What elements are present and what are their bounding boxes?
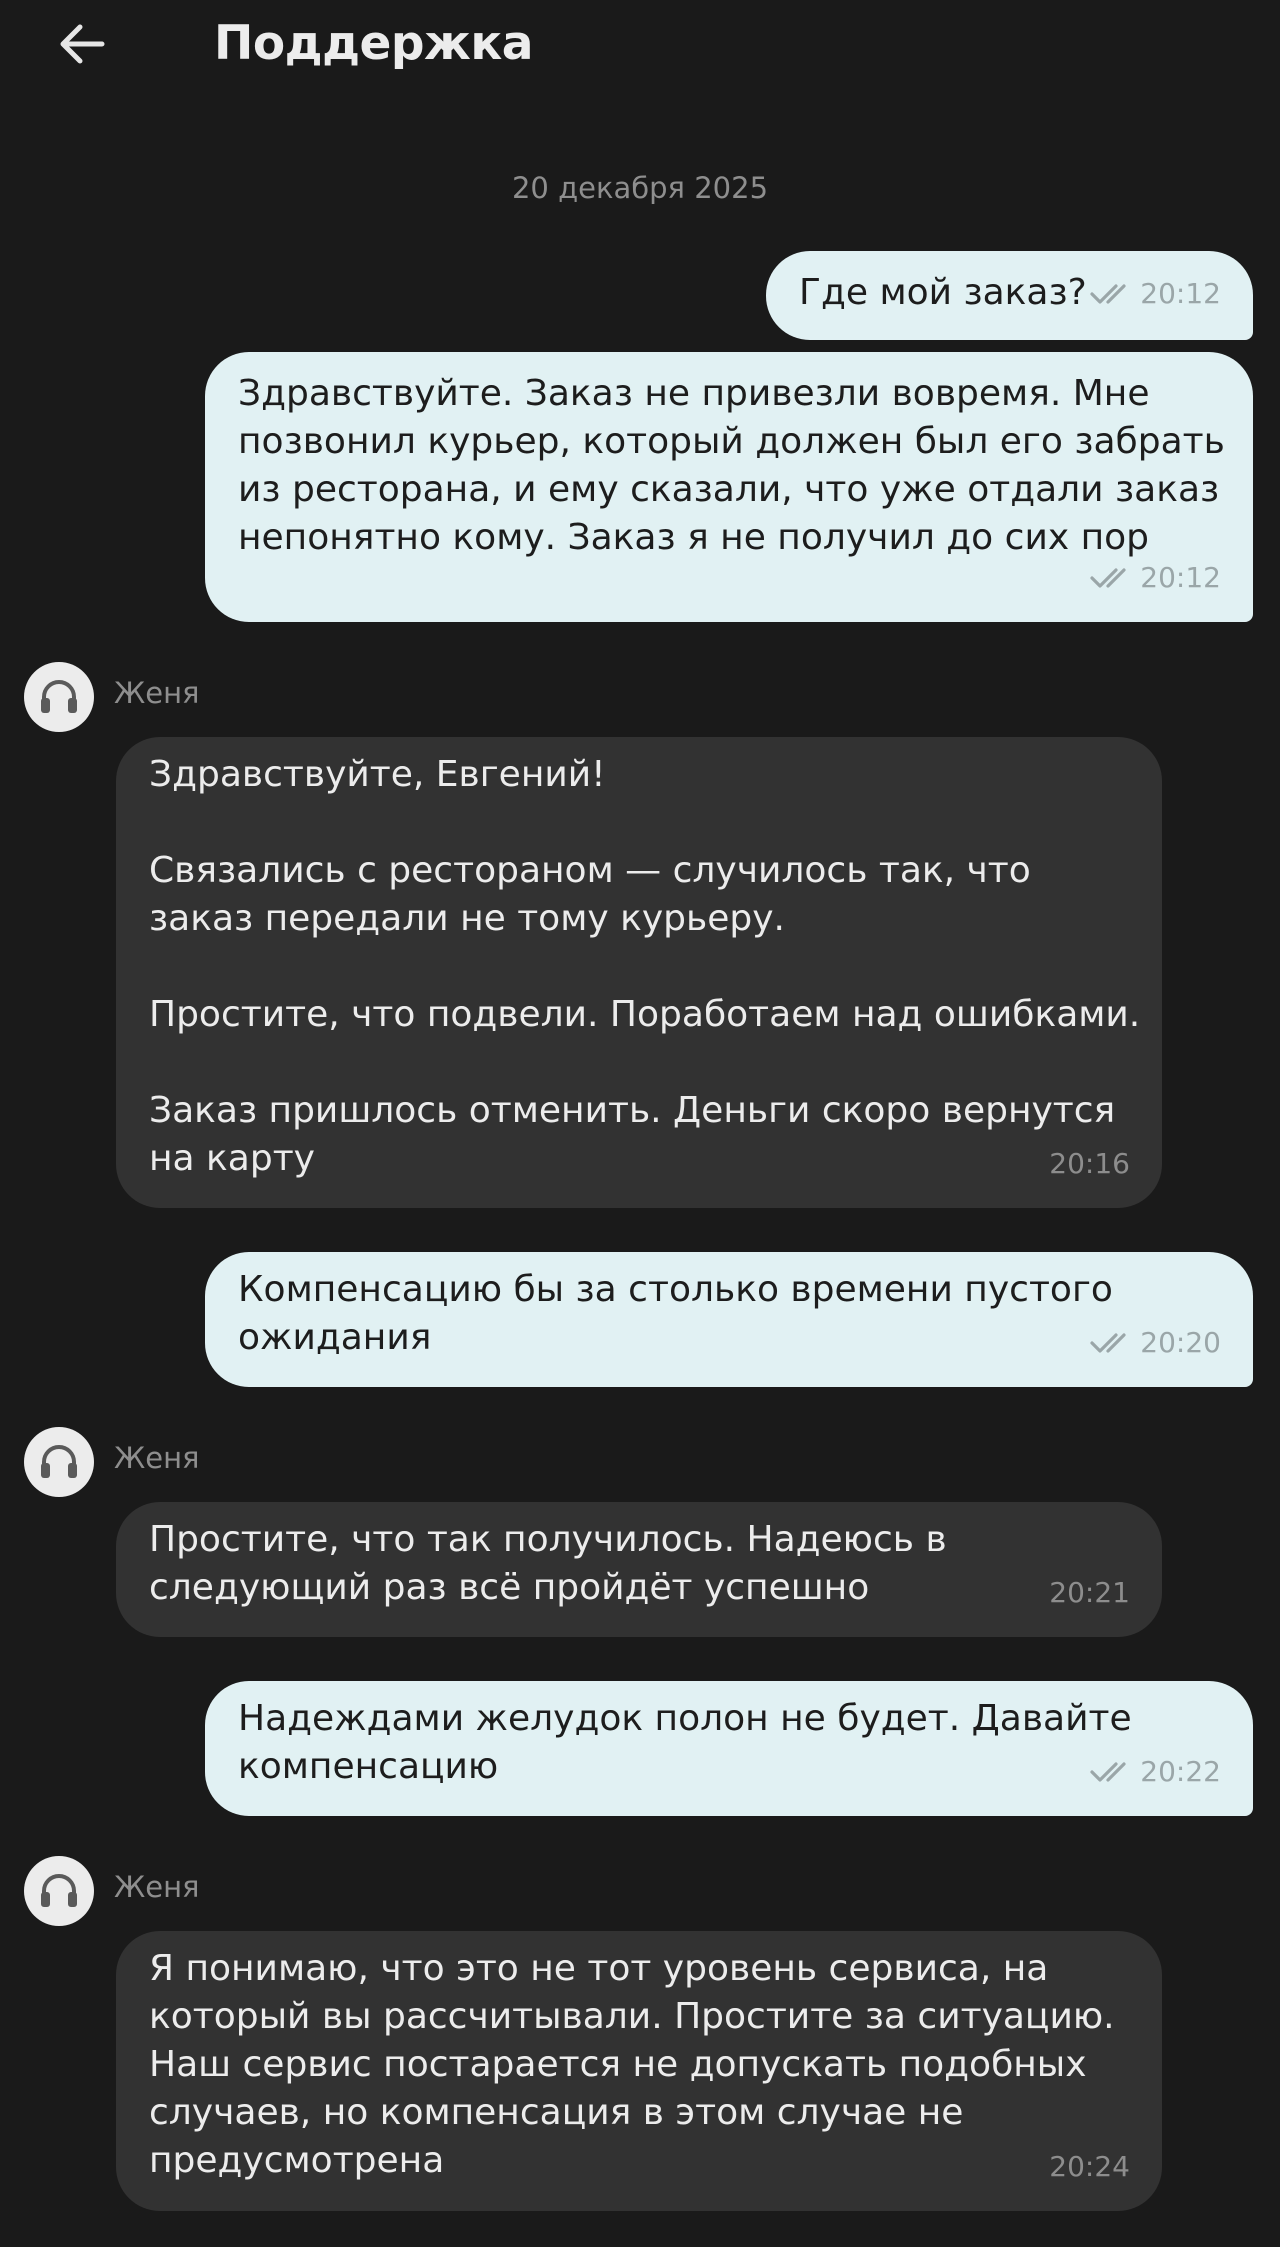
message-time: 20:22 — [1140, 1755, 1221, 1788]
message-meta: 20:12 — [1090, 280, 1221, 308]
message-text: Здравствуйте, Евгений! Связались с ресто… — [149, 754, 1141, 1179]
date-separator: 20 декабря 2025 — [511, 171, 769, 205]
agent-avatar — [24, 1427, 94, 1497]
message-time: 20:20 — [1140, 1326, 1221, 1359]
headset-icon — [41, 1874, 77, 1907]
double-check-icon — [1090, 1762, 1126, 1782]
message-time: 20:12 — [1140, 277, 1221, 310]
user-message[interactable]: Где мой заказ? 20:12 — [766, 251, 1253, 340]
arrow-left-icon — [60, 24, 105, 64]
message-time: 20:24 — [1049, 2150, 1130, 2183]
message-meta: 20:20 — [1090, 1329, 1221, 1357]
message-text: Здравствуйте. Заказ не привезли вовремя.… — [238, 373, 1237, 558]
double-check-icon — [1090, 1333, 1126, 1353]
message-text: Я понимаю, что это не тот уровень сервис… — [149, 1948, 1127, 2181]
double-check-icon — [1090, 284, 1126, 304]
message-time: 20:12 — [1140, 561, 1221, 594]
back-button[interactable] — [52, 14, 112, 74]
message-time: 20:16 — [1049, 1147, 1130, 1180]
message-meta: 20:22 — [1090, 1758, 1221, 1786]
header: Поддержка — [0, 0, 1280, 90]
agent-name: Женя — [114, 676, 200, 710]
agent-avatar — [24, 1856, 94, 1926]
user-message[interactable]: Компенсацию бы за столько времени пустог… — [205, 1252, 1253, 1387]
agent-message[interactable]: Простите, что так получилось. Надеюсь в … — [116, 1502, 1162, 1637]
message-text: Надеждами желудок полон не будет. Давайт… — [238, 1698, 1144, 1787]
message-meta: 20:24 — [1049, 2153, 1130, 2181]
message-meta: 20:21 — [1049, 1579, 1130, 1607]
message-meta: 20:16 — [1049, 1150, 1130, 1178]
headset-icon — [41, 680, 77, 713]
user-message[interactable]: Здравствуйте. Заказ не привезли вовремя.… — [205, 352, 1253, 622]
headset-icon — [41, 1445, 77, 1478]
agent-message[interactable]: Здравствуйте, Евгений! Связались с ресто… — [116, 737, 1162, 1208]
message-text: Простите, что так получилось. Надеюсь в … — [149, 1519, 959, 1608]
support-chat-screen: Поддержка 20 декабря 2025 Где мой заказ?… — [0, 0, 1280, 2247]
message-text: Компенсацию бы за столько времени пустог… — [238, 1269, 1125, 1358]
message-meta: 20:12 — [1090, 564, 1221, 592]
user-message[interactable]: Надеждами желудок полон не будет. Давайт… — [205, 1681, 1253, 1816]
agent-name: Женя — [114, 1441, 200, 1475]
message-time: 20:21 — [1049, 1576, 1130, 1609]
double-check-icon — [1090, 568, 1126, 588]
agent-message[interactable]: Я понимаю, что это не тот уровень сервис… — [116, 1931, 1162, 2211]
agent-avatar — [24, 662, 94, 732]
page-title: Поддержка — [214, 16, 533, 71]
agent-name: Женя — [114, 1870, 200, 1904]
